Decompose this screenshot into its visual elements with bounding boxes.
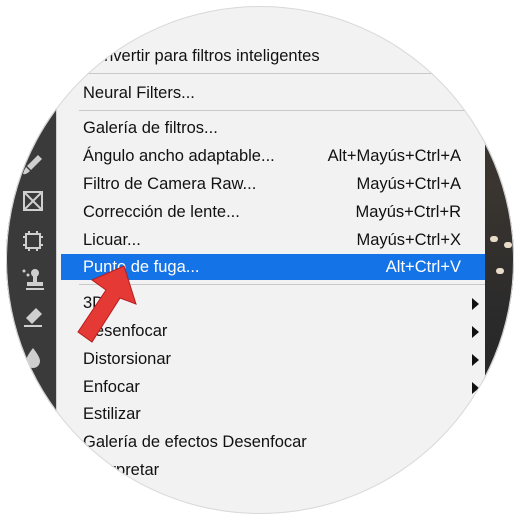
brush-icon[interactable] xyxy=(20,151,46,177)
menu-item-camera-raw-filter[interactable]: Filtro de Camera Raw... Mayús+Ctrl+A xyxy=(61,171,485,197)
menu-item-blur-gallery[interactable]: Galería de efectos Desenfocar xyxy=(61,429,485,455)
tools-panel xyxy=(6,6,56,514)
menu-item-adaptive-wide-angle[interactable]: Ángulo ancho adaptable... Alt+Mayús+Ctrl… xyxy=(61,143,485,169)
submenu-arrow-icon xyxy=(472,298,479,310)
submenu-arrow-icon xyxy=(472,382,479,394)
menu-item-distort[interactable]: Distorsionar xyxy=(61,346,485,372)
canvas-photo xyxy=(482,6,514,514)
filter-menu: Convertir para filtros inteligentes Neur… xyxy=(56,6,485,514)
screenshot-viewport: Convertir para filtros inteligentes Neur… xyxy=(6,6,514,514)
menu-item-stylize[interactable]: Estilizar xyxy=(61,401,485,427)
menu-item-render[interactable]: Interpretar xyxy=(61,457,485,483)
menu-item-sharpen[interactable]: Enfocar xyxy=(61,374,485,400)
menu-item-neural-filters[interactable]: Neural Filters... xyxy=(61,80,485,106)
crop-icon[interactable] xyxy=(20,228,46,254)
eraser-icon[interactable] xyxy=(20,304,46,330)
submenu-arrow-icon xyxy=(472,354,479,366)
submenu-arrow-icon xyxy=(472,465,479,477)
drop-icon[interactable] xyxy=(20,344,46,370)
menu-separator xyxy=(79,73,485,74)
frame-icon[interactable] xyxy=(20,188,46,214)
stamp-icon[interactable] xyxy=(20,266,46,292)
menu-item-filter-gallery[interactable]: Galería de filtros... xyxy=(61,115,485,141)
red-pointer-arrow-icon xyxy=(77,265,137,343)
submenu-arrow-icon xyxy=(472,326,479,338)
menu-separator xyxy=(79,110,485,111)
submenu-arrow-icon xyxy=(472,437,479,449)
menu-item-lens-correction[interactable]: Corrección de lente... Mayús+Ctrl+R xyxy=(61,199,485,225)
submenu-arrow-icon xyxy=(472,409,479,421)
menu-item-liquify[interactable]: Licuar... Mayús+Ctrl+X xyxy=(61,227,485,253)
menu-item-convert-smart-filters[interactable]: Convertir para filtros inteligentes xyxy=(61,43,485,69)
